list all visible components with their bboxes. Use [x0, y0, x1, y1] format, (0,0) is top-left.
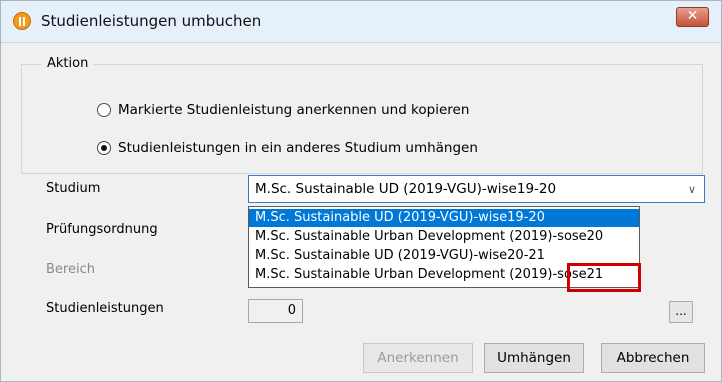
radio-label-anerkennen-kopieren: Markierte Studienleistung anerkennen und…	[118, 102, 470, 118]
close-button[interactable]: ✕	[676, 7, 709, 27]
title-bar[interactable]: Studienleistungen umbuchen ✕	[1, 1, 721, 43]
dropdown-item[interactable]: M.Sc. Sustainable UD (2019-VGU)-wise19-2…	[249, 209, 639, 227]
studium-label: Studium	[46, 181, 101, 196]
studium-selected-value: M.Sc. Sustainable UD (2019-VGU)-wise19-2…	[255, 181, 557, 197]
red-highlight-box	[567, 263, 641, 292]
radio-label-umhaengen: Studienleistungen in ein anderes Studium…	[118, 140, 478, 156]
browse-button[interactable]: ...	[669, 301, 693, 323]
bereich-label: Bereich	[46, 262, 95, 277]
radio-button-checked[interactable]	[97, 141, 111, 155]
aktion-group-border	[21, 64, 703, 174]
window-title: Studienleistungen umbuchen	[41, 12, 262, 30]
dialog-window: Studienleistungen umbuchen ✕ Aktion Mark…	[0, 0, 722, 382]
abbrechen-button[interactable]: Abbrechen	[601, 343, 705, 373]
radio-button-unchecked[interactable]	[97, 103, 111, 117]
radio-anerkennen-kopieren[interactable]: Markierte Studienleistung anerkennen und…	[97, 102, 469, 118]
studienleistungen-label: Studienleistungen	[46, 301, 164, 316]
dropdown-item[interactable]: M.Sc. Sustainable Urban Development (201…	[249, 228, 639, 246]
umhaengen-button[interactable]: Umhängen	[484, 343, 584, 373]
studium-combobox[interactable]: M.Sc. Sustainable UD (2019-VGU)-wise19-2…	[248, 175, 705, 203]
anerkennen-button[interactable]: Anerkennen	[363, 343, 473, 373]
studienleistungen-count-value: 0	[287, 303, 296, 318]
pruefungsordnung-label: Prüfungsordnung	[46, 222, 158, 237]
app-icon	[13, 12, 31, 30]
radio-umhaengen[interactable]: Studienleistungen in ein anderes Studium…	[97, 140, 478, 156]
studienleistungen-count-field: 0	[248, 299, 303, 323]
chevron-down-icon[interactable]: ∨	[688, 183, 696, 196]
aktion-legend: Aktion	[41, 56, 95, 71]
